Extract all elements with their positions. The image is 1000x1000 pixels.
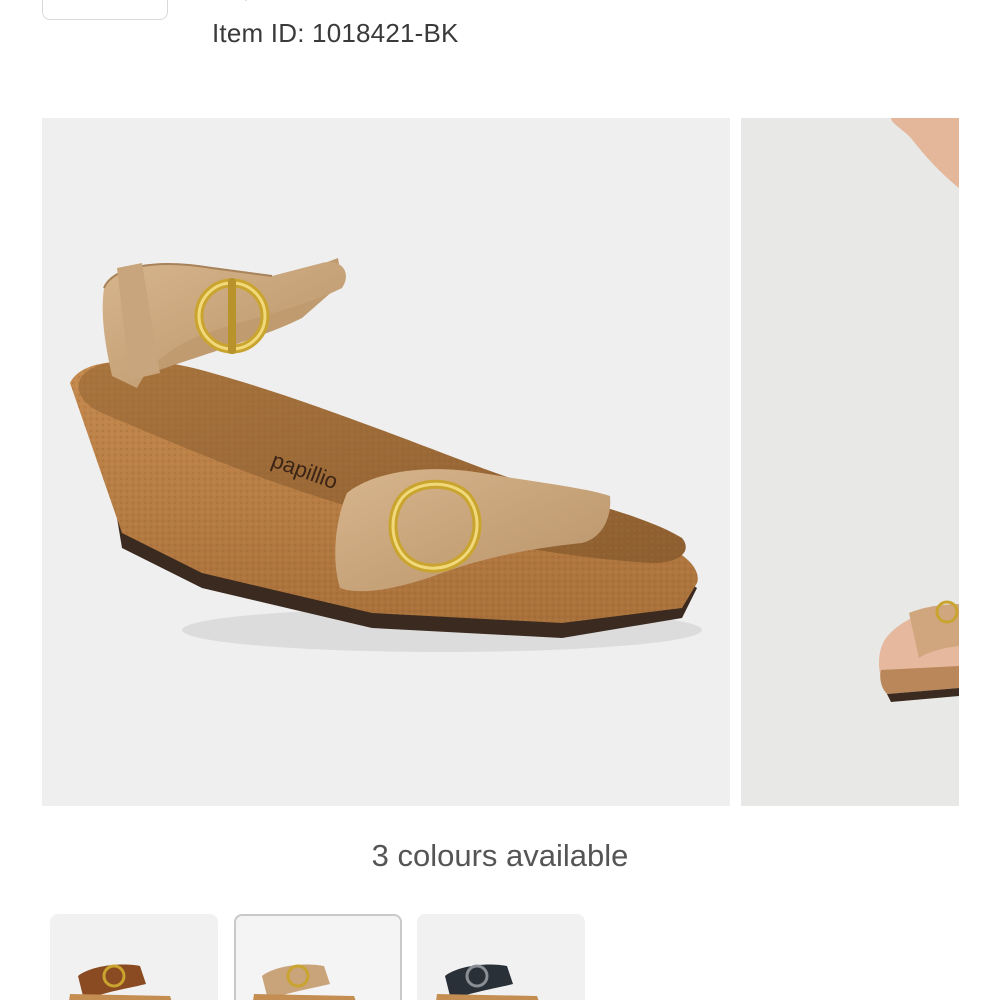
gallery-image-secondary[interactable] (741, 118, 959, 806)
colour-swatch-black[interactable] (417, 914, 585, 1000)
image-gallery[interactable]: papillio (42, 118, 1000, 806)
top-thumbnail-button[interactable] (42, 0, 168, 20)
gallery-image-main[interactable]: papillio (42, 118, 730, 806)
sandal-product-image: papillio (70, 258, 702, 652)
sandal-on-foot-image (741, 118, 959, 806)
product-page: Item ID: 1018421-BK papillio 3 colours a… (0, 0, 1000, 1000)
item-id: Item ID: 1018421-BK (212, 18, 459, 48)
colours-available-text: 3 colours available (371, 838, 629, 873)
colour-swatch-sand[interactable] (234, 914, 402, 1000)
product-title-cropped (212, 0, 332, 2)
colour-swatch-cognac[interactable] (50, 914, 218, 1000)
